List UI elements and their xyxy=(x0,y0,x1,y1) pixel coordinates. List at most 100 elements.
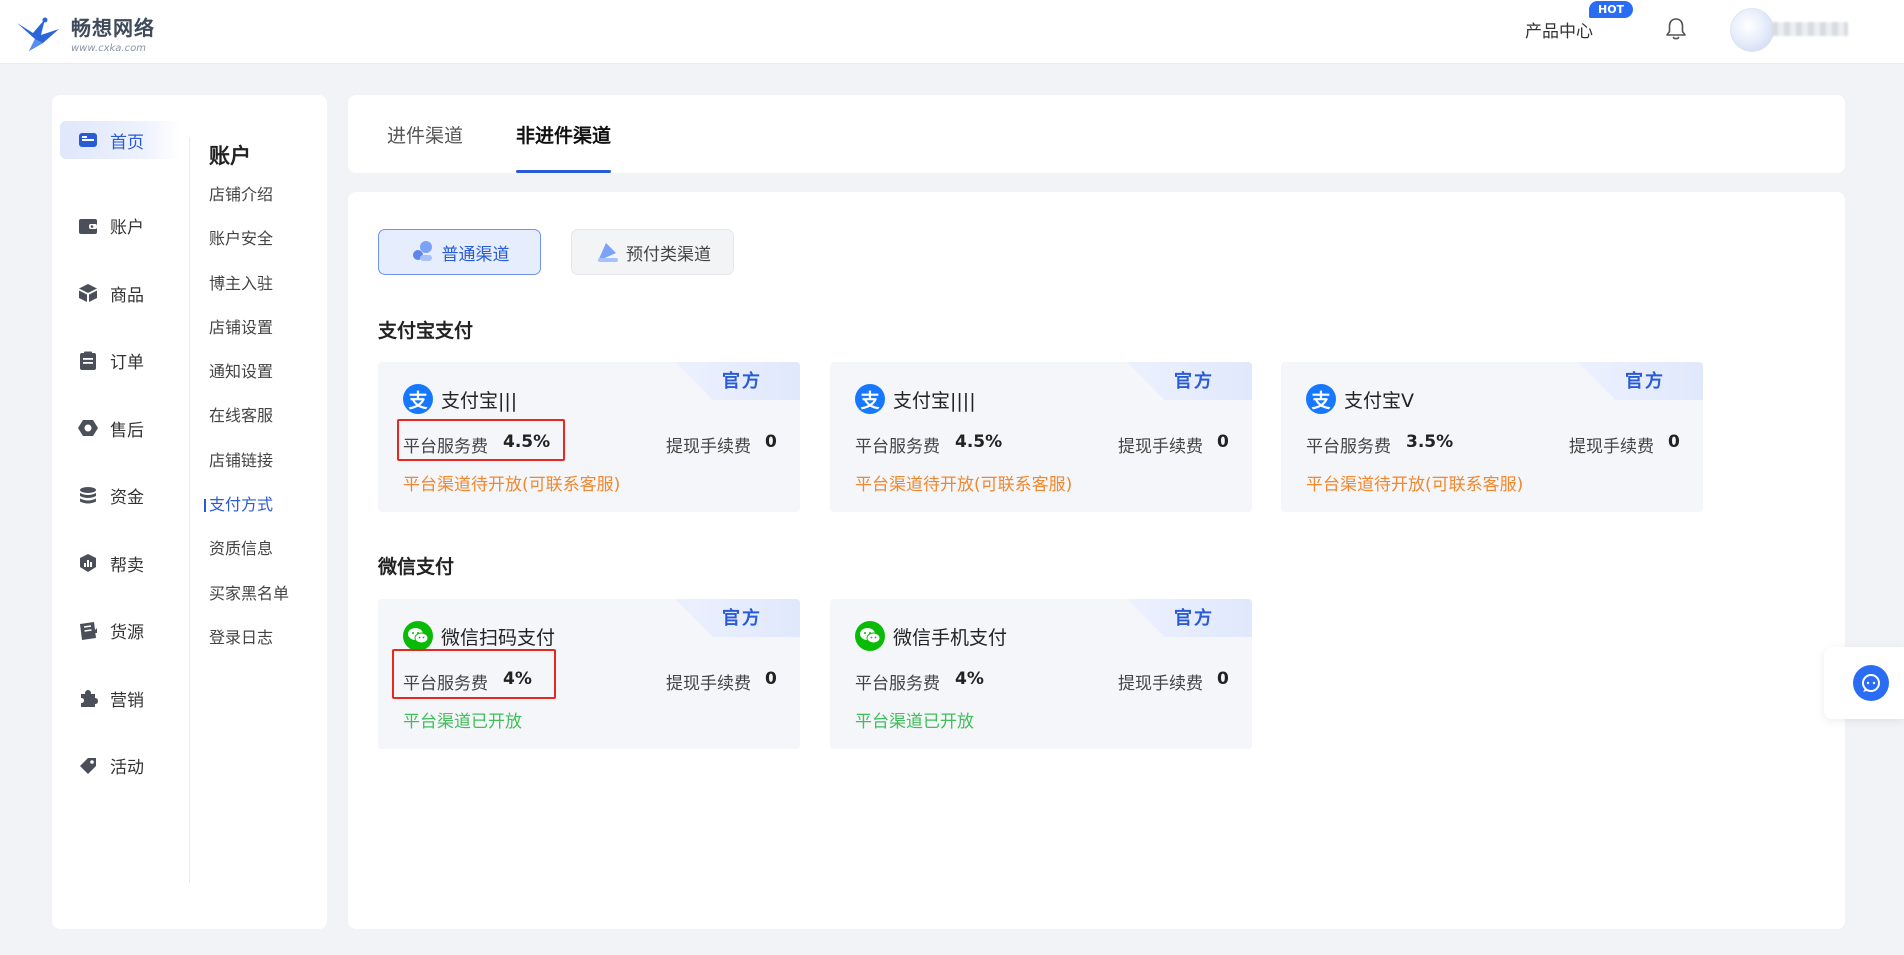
submenu-item-store-settings[interactable]: 店铺设置 xyxy=(209,318,289,362)
channel-name: 支付宝|||| xyxy=(893,390,976,412)
nav-label: 账户 xyxy=(110,218,144,239)
nav-item-orders[interactable]: 订单 xyxy=(60,327,180,395)
withdraw-fee-label: 提现手续费 xyxy=(666,437,751,457)
nav-label: 营销 xyxy=(110,690,144,711)
main-nav: 首页 账户 商品 订单 售后 资金 帮卖 货源 营销 活动 xyxy=(60,121,180,800)
logo-url: www.cxka.com xyxy=(71,43,146,54)
nav-item-funds[interactable]: 资金 xyxy=(60,462,180,530)
official-tag: 官方 xyxy=(675,362,800,400)
tab-incoming-channel[interactable]: 进件渠道 xyxy=(387,95,463,173)
prepaid-channel-button[interactable]: 预付类渠道 xyxy=(571,229,734,275)
hexagon-icon xyxy=(78,418,98,438)
chat-icon xyxy=(1853,665,1889,701)
official-label: 官方 xyxy=(1174,371,1214,392)
username-redacted[interactable] xyxy=(1772,22,1848,36)
wechat-section-title: 微信支付 xyxy=(378,556,455,578)
wechat-card-2[interactable]: 官方 微信手机支付 平台服务费 4% 提现手续费 0 平台渠道已开放 xyxy=(830,599,1252,749)
normal-channel-label: 普通渠道 xyxy=(441,244,510,265)
withdraw-fee-label: 提现手续费 xyxy=(666,674,751,694)
store-icon xyxy=(78,130,98,150)
alipay-icon: 支 xyxy=(403,384,433,414)
channel-status: 平台渠道待开放(可联系客服) xyxy=(855,475,1073,495)
normal-channel-button[interactable]: 普通渠道 xyxy=(378,229,541,275)
submenu-title: 账户 xyxy=(209,144,251,168)
normal-channel-icon xyxy=(412,241,432,261)
official-tag: 官方 xyxy=(675,599,800,637)
logo[interactable]: 畅想网络 www.cxka.com xyxy=(15,12,155,54)
chart-shield-icon xyxy=(78,553,98,573)
alipay-card-2[interactable]: 官方 支 支付宝|||| 平台服务费 4.5% 提现手续费 0 平台渠道待开放(… xyxy=(830,362,1252,512)
source-icon xyxy=(78,621,98,641)
platform-fee-value: 4% xyxy=(955,669,984,689)
submenu-item-payment-methods[interactable]: 支付方式 xyxy=(203,495,289,539)
wechat-icon xyxy=(403,621,433,651)
puzzle-icon xyxy=(78,688,98,708)
platform-fee-label: 平台服务费 xyxy=(855,437,940,457)
nav-item-marketing[interactable]: 营销 xyxy=(60,665,180,733)
tabs-bar: 进件渠道 非进件渠道 xyxy=(348,95,1845,173)
highlight-box-alipay-fee xyxy=(397,419,565,461)
withdraw-fee-value: 0 xyxy=(765,669,777,689)
official-label: 官方 xyxy=(722,371,762,392)
nav-item-goods[interactable]: 商品 xyxy=(60,260,180,328)
submenu-item-online-service[interactable]: 在线客服 xyxy=(209,406,289,450)
top-header: 畅想网络 www.cxka.com 产品中心 HOT xyxy=(0,0,1904,64)
submenu-item-blacklist[interactable]: 买家黑名单 xyxy=(209,584,289,628)
submenu-item-notification-settings[interactable]: 通知设置 xyxy=(209,362,289,406)
nav-item-help-sell[interactable]: 帮卖 xyxy=(60,530,180,598)
nav-item-home[interactable]: 首页 xyxy=(60,121,180,159)
submenu-item-store-link[interactable]: 店铺链接 xyxy=(209,451,289,495)
nav-item-account[interactable]: 账户 xyxy=(60,192,180,260)
channel-name: 支付宝V xyxy=(1344,390,1414,412)
platform-fee-value: 3.5% xyxy=(1406,432,1454,452)
logo-name: 畅想网络 xyxy=(71,16,155,40)
official-tag: 官方 xyxy=(1127,362,1252,400)
highlight-box-wechat-fee xyxy=(392,649,556,699)
alipay-section-title: 支付宝支付 xyxy=(378,320,474,342)
alipay-icon: 支 xyxy=(1306,384,1336,414)
box-icon xyxy=(78,283,98,303)
nav-label: 帮卖 xyxy=(110,555,144,576)
official-label: 官方 xyxy=(1625,371,1665,392)
official-tag: 官方 xyxy=(1578,362,1703,400)
nav-item-source[interactable]: 货源 xyxy=(60,597,180,665)
withdraw-fee-value: 0 xyxy=(1217,669,1229,689)
nav-label: 售后 xyxy=(110,420,144,441)
withdraw-fee-label: 提现手续费 xyxy=(1569,437,1654,457)
submenu-item-qualification[interactable]: 资质信息 xyxy=(209,539,289,583)
nav-label: 订单 xyxy=(110,353,144,374)
channel-status: 平台渠道已开放 xyxy=(855,712,974,732)
submenu-item-store-intro[interactable]: 店铺介绍 xyxy=(209,185,289,229)
tab-non-incoming-channel[interactable]: 非进件渠道 xyxy=(516,95,612,173)
floating-chat-button[interactable] xyxy=(1824,647,1904,719)
product-center-link[interactable]: 产品中心 xyxy=(1525,17,1593,42)
nav-label: 活动 xyxy=(110,758,144,779)
alipay-card-3[interactable]: 官方 支 支付宝V 平台服务费 3.5% 提现手续费 0 平台渠道待开放(可联系… xyxy=(1281,362,1703,512)
nav-divider xyxy=(189,137,190,883)
nav-label: 资金 xyxy=(110,488,144,509)
wallet-icon xyxy=(78,216,98,236)
wechat-icon xyxy=(855,621,885,651)
nav-label: 首页 xyxy=(110,132,144,153)
withdraw-fee-value: 0 xyxy=(1217,432,1229,452)
platform-fee-label: 平台服务费 xyxy=(855,674,940,694)
alipay-icon: 支 xyxy=(855,384,885,414)
submenu-list: 店铺介绍 账户安全 博主入驻 店铺设置 通知设置 在线客服 店铺链接 支付方式 … xyxy=(203,185,289,672)
submenu-item-blogger[interactable]: 博主入驻 xyxy=(209,274,289,318)
channel-name: 微信手机支付 xyxy=(893,627,1008,649)
channel-name: 微信扫码支付 xyxy=(441,627,556,649)
withdraw-fee-value: 0 xyxy=(765,432,777,452)
platform-fee-label: 平台服务费 xyxy=(1306,437,1391,457)
submenu-item-login-log[interactable]: 登录日志 xyxy=(209,628,289,672)
bell-icon[interactable] xyxy=(1665,17,1687,41)
channel-name: 支付宝||| xyxy=(441,390,518,412)
hot-badge: HOT xyxy=(1589,1,1634,18)
prepaid-channel-label: 预付类渠道 xyxy=(626,244,711,265)
nav-item-aftersales[interactable]: 售后 xyxy=(60,395,180,463)
submenu-item-account-security[interactable]: 账户安全 xyxy=(209,229,289,273)
nav-item-activity[interactable]: 活动 xyxy=(60,732,180,800)
payment-content: 普通渠道 预付类渠道 支付宝支付 官方 支 支付宝||| 平台服务费 4.5% … xyxy=(348,192,1845,929)
official-label: 官方 xyxy=(1174,608,1214,629)
withdraw-fee-label: 提现手续费 xyxy=(1118,674,1203,694)
avatar[interactable] xyxy=(1730,8,1774,52)
